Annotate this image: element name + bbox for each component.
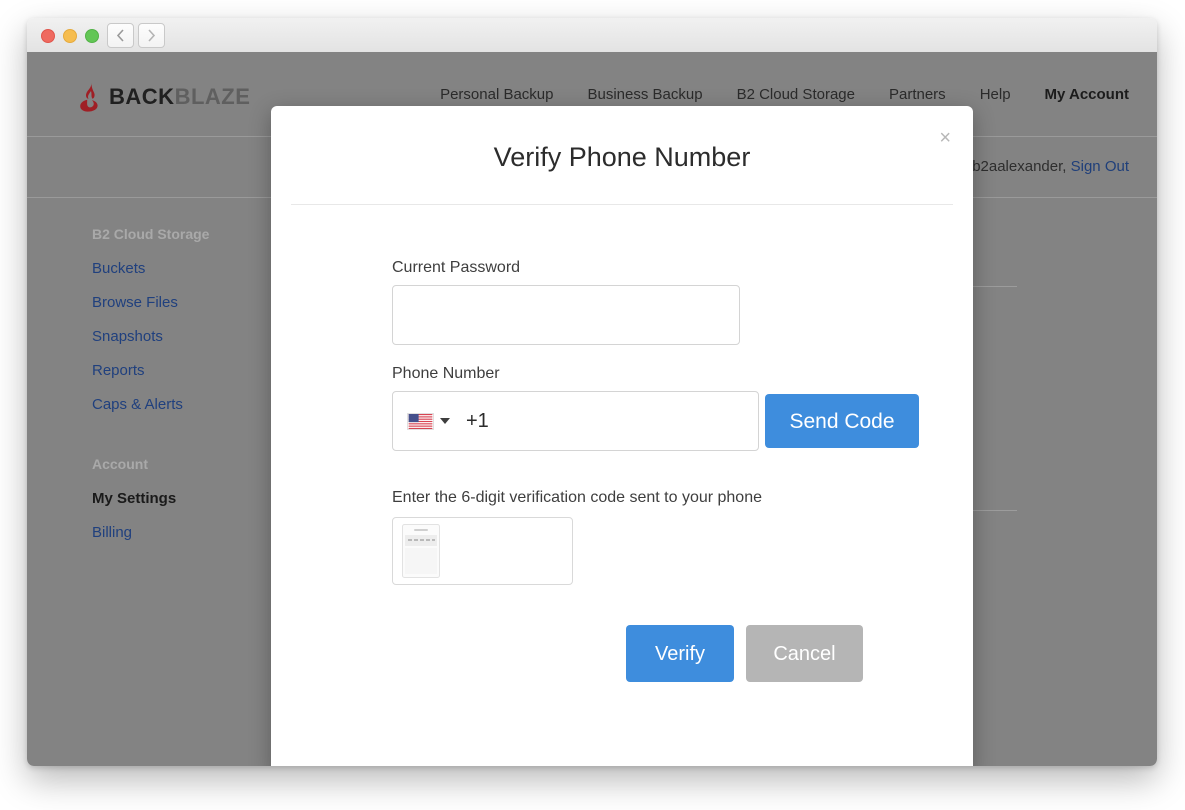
sidebar-item-reports[interactable]: Reports — [92, 362, 257, 379]
nav-item-help[interactable]: Help — [980, 86, 1011, 103]
country-chevron-down-icon[interactable] — [440, 418, 450, 424]
sidebar-group-title-account: Account — [92, 456, 148, 472]
logo-text: BACKBLAZE — [109, 84, 250, 110]
phone-number-row: Send Code — [392, 391, 973, 451]
sidebar: B2 Cloud Storage Buckets Browse Files Sn… — [27, 198, 257, 766]
verify-button[interactable]: Verify — [626, 625, 734, 682]
modal-title: Verify Phone Number — [493, 142, 751, 172]
sign-out-link[interactable]: Sign Out — [1071, 158, 1129, 175]
cancel-button[interactable]: Cancel — [746, 625, 863, 682]
logo-text-back: BACK — [109, 84, 175, 109]
nav-item-business-backup[interactable]: Business Backup — [587, 86, 702, 103]
us-flag-icon[interactable] — [407, 412, 434, 430]
back-button[interactable] — [107, 23, 134, 48]
forward-button[interactable] — [138, 23, 165, 48]
phone-number-input-wrapper[interactable] — [392, 391, 759, 451]
chevron-right-icon — [148, 29, 156, 42]
browser-window: BACKBLAZE Personal Backup Business Backu… — [27, 18, 1157, 766]
zoom-window-button[interactable] — [85, 29, 99, 43]
sidebar-item-billing[interactable]: Billing — [92, 524, 257, 541]
nav-item-partners[interactable]: Partners — [889, 86, 946, 103]
browser-titlebar — [27, 18, 1157, 53]
backblaze-logo[interactable]: BACKBLAZE — [79, 82, 250, 112]
chevron-left-icon — [116, 29, 124, 42]
sidebar-item-snapshots[interactable]: Snapshots — [92, 328, 257, 345]
phone-number-input[interactable] — [464, 408, 748, 434]
phone-keypad-icon — [402, 524, 440, 578]
screenshot-stage: BACKBLAZE Personal Backup Business Backu… — [0, 0, 1185, 810]
nav-item-my-account[interactable]: My Account — [1045, 86, 1129, 103]
sidebar-item-buckets[interactable]: Buckets — [92, 260, 257, 277]
verification-code-label: Enter the 6-digit verification code sent… — [392, 489, 762, 506]
nav-item-personal-backup[interactable]: Personal Backup — [440, 86, 553, 103]
send-code-button[interactable]: Send Code — [765, 394, 919, 448]
window-controls — [41, 29, 99, 43]
phone-number-label: Phone Number — [392, 365, 500, 382]
verify-phone-modal: × Verify Phone Number Current Password P… — [271, 106, 973, 766]
current-password-input[interactable] — [392, 285, 740, 345]
close-icon[interactable]: × — [935, 124, 955, 152]
flame-icon — [80, 82, 98, 112]
modal-action-buttons: Verify Cancel — [392, 625, 863, 682]
nav-item-b2-cloud-storage[interactable]: B2 Cloud Storage — [737, 86, 855, 103]
main-navigation: Personal Backup Business Backup B2 Cloud… — [440, 86, 1129, 103]
browser-nav-buttons — [107, 23, 165, 48]
sidebar-item-my-settings[interactable]: My Settings — [92, 490, 257, 507]
close-window-button[interactable] — [41, 29, 55, 43]
sidebar-item-caps-alerts[interactable]: Caps & Alerts — [92, 396, 257, 413]
sidebar-item-browse-files[interactable]: Browse Files — [92, 294, 257, 311]
current-password-label: Current Password — [392, 259, 521, 276]
logo-text-blaze: BLAZE — [174, 84, 251, 109]
sidebar-group-title-b2: B2 Cloud Storage — [92, 226, 210, 242]
verification-code-input[interactable] — [392, 517, 573, 585]
modal-body: Current Password Phone Number +1 Send Co… — [271, 205, 973, 682]
minimize-window-button[interactable] — [63, 29, 77, 43]
